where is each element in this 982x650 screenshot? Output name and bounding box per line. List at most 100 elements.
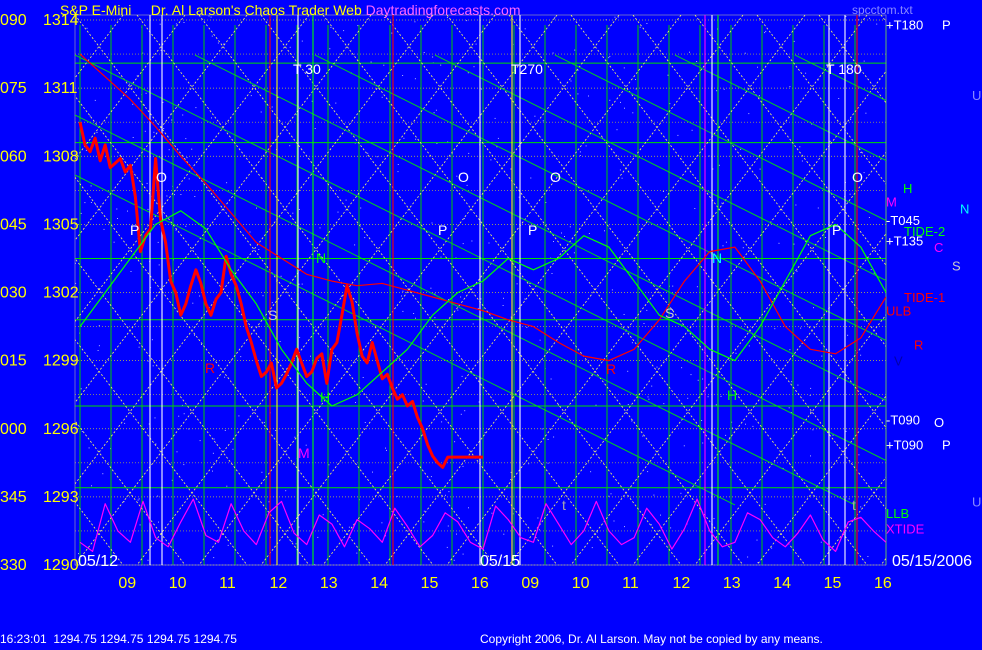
star-dot [212, 452, 214, 454]
star-dot [656, 366, 658, 368]
star-dot [793, 243, 795, 245]
star-dot [256, 207, 257, 209]
star-dot [299, 337, 301, 338]
star-dot [128, 83, 130, 85]
star-dot [848, 498, 850, 500]
star-dot [88, 447, 90, 449]
y-price-label: 1305 [43, 216, 79, 233]
star-dot [268, 501, 270, 503]
star-dot [80, 388, 82, 390]
star-dot [588, 233, 590, 234]
y-price-label: 1311 [43, 80, 78, 97]
star-dot [191, 148, 193, 150]
star-dot [329, 48, 331, 50]
star-dot [624, 526, 625, 528]
star-dot [756, 175, 757, 177]
right-label: V [894, 354, 903, 369]
star-dot [789, 349, 791, 351]
star-dot [838, 98, 840, 99]
star-dot [561, 232, 562, 234]
star-dot [175, 23, 177, 25]
star-dot [435, 109, 437, 111]
star-dot [590, 471, 592, 473]
star-dot [764, 32, 766, 34]
star-dot [185, 225, 187, 227]
star-dot [771, 547, 773, 549]
star-dot [460, 413, 462, 415]
star-dot [529, 283, 531, 284]
star-dot [367, 152, 369, 154]
planet-letter: t [852, 497, 856, 513]
star-dot [821, 355, 823, 357]
star-dot [289, 145, 291, 147]
star-dot [788, 407, 790, 409]
star-dot [813, 307, 814, 309]
y-price-label: 1290 [43, 557, 79, 574]
star-dot [146, 182, 148, 184]
star-dot [224, 376, 226, 378]
y-angle-label: 345 [0, 489, 27, 506]
star-dot [158, 264, 160, 266]
right-label: XTIDE [886, 522, 925, 537]
star-dot [97, 350, 99, 351]
planet-letter: H [727, 387, 737, 403]
star-dot [642, 435, 644, 437]
star-dot [651, 385, 653, 387]
star-dot [227, 544, 229, 546]
star-dot [81, 431, 83, 432]
star-dot [343, 30, 345, 32]
star-dot [713, 518, 715, 520]
star-dot [85, 149, 87, 151]
star-dot [431, 222, 433, 224]
x-hour-label: 13 [320, 575, 338, 592]
star-dot [530, 177, 532, 179]
star-dot [130, 271, 132, 272]
star-dot [721, 202, 723, 204]
star-dot [829, 140, 831, 142]
x-hour-label: 13 [723, 575, 741, 592]
date-label: 05/15 [480, 553, 520, 570]
star-dot [178, 415, 180, 417]
star-dot [423, 510, 425, 512]
star-dot [158, 521, 159, 523]
star-dot [466, 184, 468, 186]
x-hour-label: 12 [270, 575, 288, 592]
star-dot [632, 112, 634, 114]
title-site: Daytradingforecasts.com [365, 2, 521, 18]
star-dot [362, 377, 364, 378]
star-dot [623, 314, 625, 315]
date-label: 05/15/2006 [892, 553, 972, 570]
star-dot [735, 352, 737, 354]
star-dot [820, 541, 822, 543]
star-dot [176, 451, 178, 453]
star-dot [425, 383, 427, 385]
star-dot [263, 422, 265, 423]
star-dot [539, 339, 541, 341]
vertical-annotation: T 30 [293, 61, 321, 77]
x-hour-label: 10 [572, 575, 590, 592]
star-dot [153, 131, 155, 133]
star-dot [354, 361, 356, 363]
star-dot [199, 440, 201, 442]
star-dot [653, 494, 655, 496]
star-dot [113, 241, 115, 243]
star-dot [473, 66, 475, 68]
star-dot [551, 273, 553, 274]
star-dot [183, 413, 185, 415]
star-dot [748, 113, 750, 115]
star-dot [826, 488, 828, 490]
star-dot [860, 152, 862, 153]
star-dot [364, 237, 366, 239]
star-dot [817, 207, 819, 209]
star-dot [757, 66, 758, 68]
star-dot [294, 436, 296, 438]
star-dot [616, 129, 618, 131]
status-time: 16:23:01 [0, 632, 47, 646]
star-dot [386, 449, 387, 451]
star-dot [564, 236, 565, 237]
planet-letter: O [550, 169, 561, 185]
right-label: N [960, 201, 969, 216]
star-dot [648, 398, 650, 400]
star-dot [238, 530, 240, 532]
title-instrument: S&P E-Mini [60, 2, 132, 18]
